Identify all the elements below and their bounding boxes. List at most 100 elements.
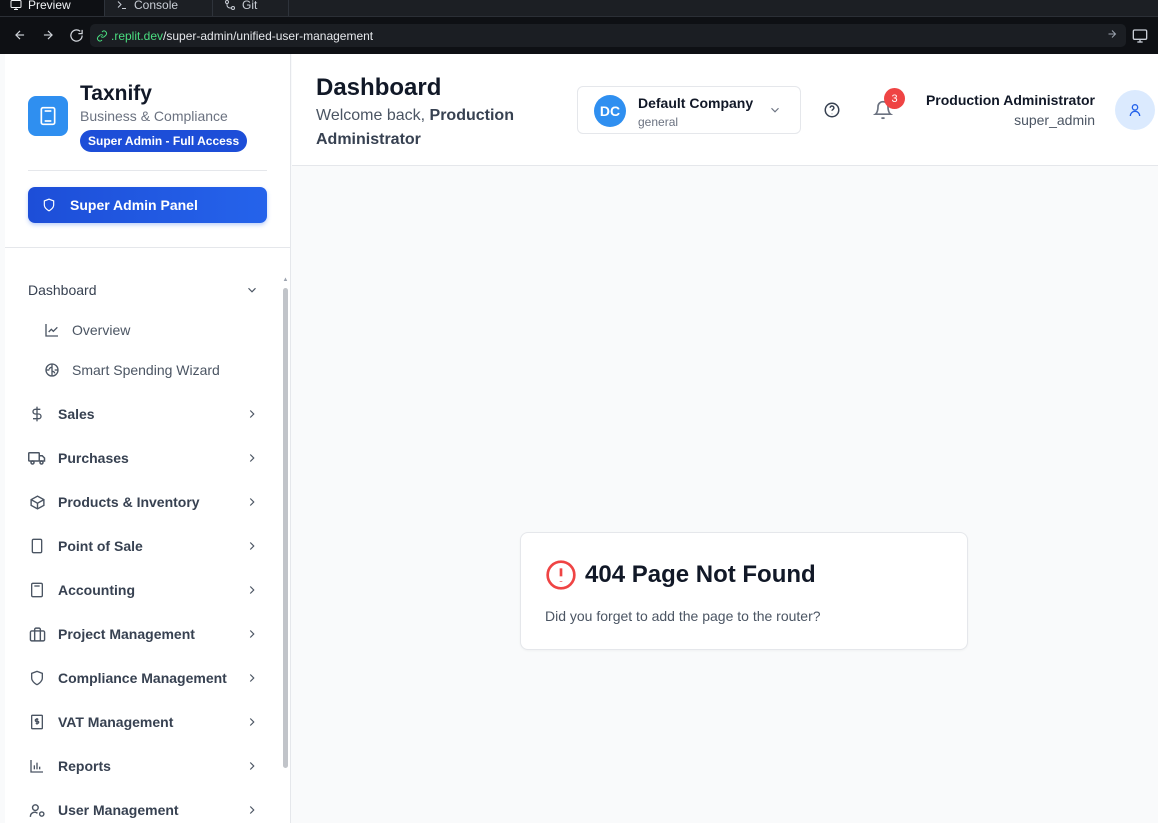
tab-preview[interactable]: Preview <box>0 0 104 16</box>
chevron-right-icon <box>245 539 259 553</box>
alert-circle-icon <box>545 559 577 591</box>
sidebar-divider <box>28 170 267 171</box>
scroll-up-arrow[interactable]: ▲ <box>282 276 289 284</box>
not-found-card: 404 Page Not Found Did you forget to add… <box>520 532 968 650</box>
sidebar-item-purchases[interactable]: Purchases <box>28 440 259 476</box>
sidebar-item-products-inventory[interactable]: Products & Inventory <box>28 484 259 520</box>
bar-chart-icon <box>28 757 46 775</box>
sidebar-item-accounting[interactable]: Accounting <box>28 572 259 608</box>
monitor-icon <box>1132 29 1148 43</box>
tab-console-label: Console <box>134 0 179 12</box>
user-icon <box>1129 104 1141 117</box>
user-name: Production Administrator <box>925 92 1095 108</box>
devtools-button[interactable] <box>1132 28 1150 44</box>
page-title: Dashboard <box>316 74 442 101</box>
tab-git[interactable]: Git <box>214 0 288 16</box>
chevron-right-icon <box>245 451 259 465</box>
tab-divider <box>104 0 105 16</box>
sidebar-item-user-management[interactable]: User Management <box>28 792 259 823</box>
help-circle-icon <box>824 102 840 118</box>
brand-subtitle: Business & Compliance <box>80 108 228 124</box>
briefcase-icon <box>28 625 46 643</box>
company-selector[interactable]: DC Default Company general <box>577 86 801 134</box>
sidebar-item-label: Project Management <box>58 626 195 642</box>
help-button[interactable] <box>823 101 841 119</box>
tab-preview-label: Preview <box>28 0 71 12</box>
url-path: /super-admin/unified-user-management <box>163 28 374 43</box>
sidebar-item-label: Products & Inventory <box>58 494 200 510</box>
chevron-down-icon <box>768 103 782 117</box>
package-icon <box>28 493 46 511</box>
user-avatar[interactable] <box>1115 90 1155 130</box>
sidebar-item-label: Purchases <box>58 450 129 466</box>
sidebar-item-reports[interactable]: Reports <box>28 748 259 784</box>
back-button[interactable] <box>6 21 34 49</box>
sidebar-item-sales[interactable]: Sales <box>28 396 259 432</box>
address-bar: .replit.dev/super-admin/unified-user-man… <box>0 17 1158 54</box>
tablet-icon <box>28 537 46 555</box>
chevron-right-icon <box>245 759 259 773</box>
brand-logo <box>28 96 68 136</box>
sidebar-item-label: Accounting <box>58 582 135 598</box>
sidebar-item-project-management[interactable]: Project Management <box>28 616 259 652</box>
git-icon <box>224 0 236 11</box>
sidebar-item-label: Smart Spending Wizard <box>72 362 220 378</box>
welcome-prefix: Welcome back, <box>316 107 430 124</box>
chevron-right-icon <box>245 583 259 597</box>
url-host: .replit.dev <box>111 28 164 43</box>
notification-count-badge: 3 <box>884 88 905 109</box>
scrollbar-thumb[interactable] <box>283 288 288 768</box>
monitor-icon <box>10 0 22 11</box>
sidebar-item-overview[interactable]: Overview <box>44 312 259 348</box>
tab-divider <box>288 0 289 16</box>
open-external-icon[interactable] <box>1106 28 1118 43</box>
sidebar-item-label: Compliance Management <box>58 670 227 686</box>
sidebar-item-label: Sales <box>58 406 95 422</box>
shield-icon <box>43 198 55 212</box>
top-header: Dashboard Welcome back, Production Admin… <box>292 54 1158 166</box>
tab-divider <box>212 0 213 16</box>
brain-icon <box>44 362 60 378</box>
arrow-left-icon <box>15 30 25 40</box>
dollar-icon <box>28 405 46 423</box>
not-found-message: Did you forget to add the page to the ro… <box>545 608 821 624</box>
sidebar-item-label: Point of Sale <box>58 538 143 554</box>
chevron-right-icon <box>245 671 259 685</box>
company-type: general <box>638 115 679 129</box>
sidebar-item-label: User Management <box>58 802 179 818</box>
url-field[interactable]: .replit.dev/super-admin/unified-user-man… <box>90 24 1126 47</box>
truck-icon <box>28 449 46 467</box>
chevron-right-icon <box>245 627 259 641</box>
sidebar-group-label: Dashboard <box>28 282 97 298</box>
main-content: 404 Page Not Found Did you forget to add… <box>292 167 1158 823</box>
forward-button[interactable] <box>34 21 62 49</box>
sidebar-scrollbar[interactable]: ▲ <box>282 276 289 823</box>
access-badge: Super Admin - Full Access <box>80 130 248 152</box>
receipt-icon <box>28 713 46 731</box>
tab-console[interactable]: Console <box>106 0 210 16</box>
arrow-right-icon <box>43 30 53 40</box>
chevron-down-icon <box>245 283 259 297</box>
company-avatar: DC <box>594 95 626 127</box>
sidebar: Taxnify Business & Compliance Super Admi… <box>5 54 291 823</box>
sidebar-item-smart-spending-wizard[interactable]: Smart Spending Wizard <box>44 352 259 388</box>
user-role: super_admin <box>1014 112 1095 128</box>
company-name: Default Company <box>638 95 754 111</box>
sidebar-item-vat-management[interactable]: VAT Management <box>28 704 259 740</box>
sidebar-item-label: Reports <box>58 758 111 774</box>
reload-button[interactable] <box>62 21 90 49</box>
browser-tab-strip: Preview Console Git <box>0 0 1158 17</box>
shield-icon <box>28 669 46 687</box>
chevron-right-icon <box>245 803 259 817</box>
sidebar-item-label: VAT Management <box>58 714 174 730</box>
brand-name: Taxnify <box>80 82 152 105</box>
sidebar-item-compliance-management[interactable]: Compliance Management <box>28 660 259 696</box>
sidebar-group-dashboard[interactable]: Dashboard <box>28 272 259 308</box>
super-admin-panel-button[interactable]: Super Admin Panel <box>28 187 267 223</box>
welcome-message: Welcome back, Production Administrator <box>316 104 546 152</box>
chevron-right-icon <box>245 495 259 509</box>
calculator-icon <box>40 106 56 126</box>
refresh-icon <box>69 28 83 42</box>
sidebar-item-point-of-sale[interactable]: Point of Sale <box>28 528 259 564</box>
terminal-icon <box>116 0 128 11</box>
